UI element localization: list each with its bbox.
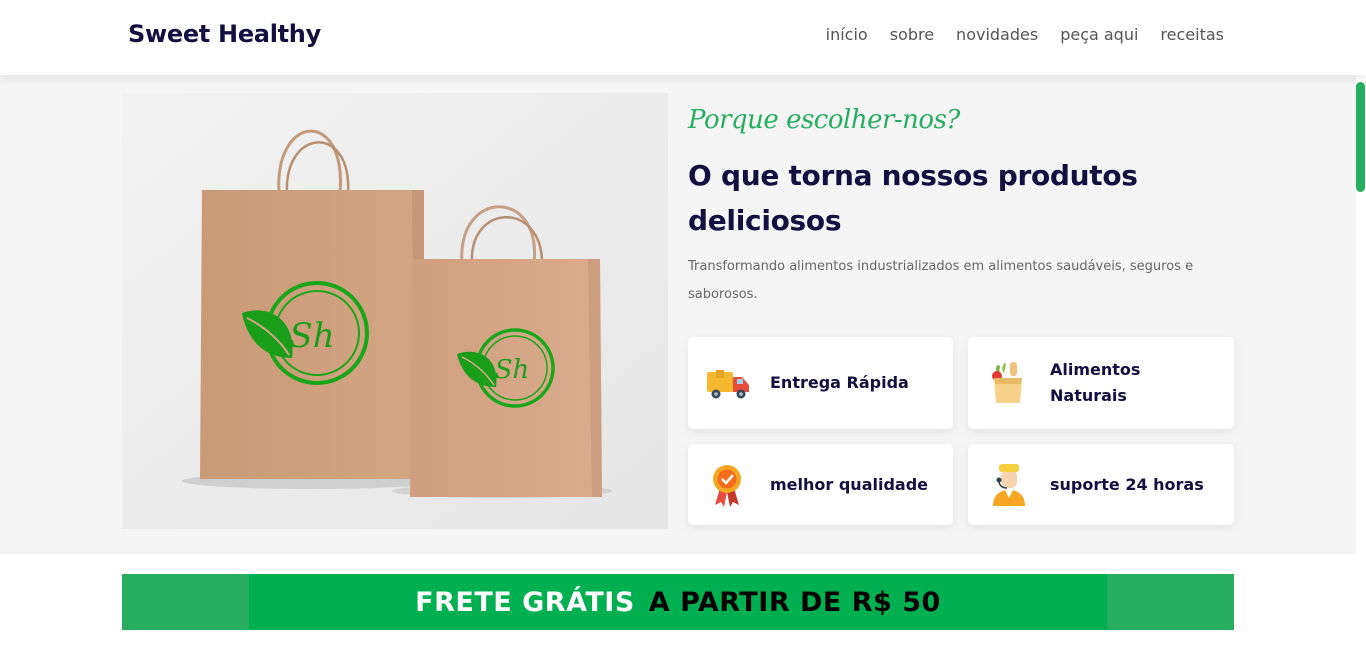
feature-label: suporte 24 horas <box>1050 475 1204 494</box>
feature-card-best-quality: melhor qualidade <box>688 444 953 525</box>
feature-label: Entrega Rápida <box>770 373 909 392</box>
site-logo[interactable]: Sweet Healthy <box>128 20 321 48</box>
nav-link-sobre[interactable]: sobre <box>890 25 934 44</box>
section-description: Transformando alimentos industrializados… <box>688 259 1194 302</box>
scrollbar-thumb[interactable] <box>1356 82 1365 192</box>
nav-link-peca-aqui[interactable]: peça aqui <box>1060 25 1138 44</box>
nav-link-novidades[interactable]: novidades <box>956 25 1038 44</box>
paper-bags-image: Sh Sh <box>122 93 668 529</box>
main-nav: início sobre novidades peça aqui receita… <box>826 25 1224 44</box>
free-shipping-banner-inner: FRETE GRÁTIS A PARTIR DE R$ 50 <box>249 574 1107 630</box>
header: Sweet Healthy início sobre novidades peç… <box>0 0 1366 75</box>
feature-card-natural-food: Alimentos Naturais <box>968 337 1234 429</box>
why-choose-us-section: Sh Sh Porque escolher-nos? O que torna n… <box>0 75 1356 554</box>
banner-text-minimum: A PARTIR DE R$ 50 <box>648 586 941 618</box>
delivery-truck-icon <box>707 370 749 399</box>
free-shipping-banner[interactable]: FRETE GRÁTIS A PARTIR DE R$ 50 <box>122 574 1234 630</box>
support-agent-icon <box>993 464 1025 506</box>
quality-medal-icon <box>713 465 741 507</box>
bag-logo-text: Sh <box>289 316 334 356</box>
nav-link-receitas[interactable]: receitas <box>1160 25 1224 44</box>
section-title: O que torna nossos produtos deliciosos <box>688 159 1138 237</box>
section-subtitle: Porque escolher-nos? <box>688 105 960 135</box>
feature-label: melhor qualidade <box>770 475 929 494</box>
nav-link-inicio[interactable]: início <box>826 25 868 44</box>
feature-label: Alimentos Naturais <box>1050 360 1141 405</box>
feature-card-fast-delivery: Entrega Rápida <box>688 337 953 429</box>
bag-logo-text-small: Sh <box>495 355 530 385</box>
grocery-bag-icon <box>992 362 1022 403</box>
banner-text-free-shipping: FRETE GRÁTIS <box>415 586 635 618</box>
feature-card-support-24h: suporte 24 horas <box>968 444 1234 525</box>
